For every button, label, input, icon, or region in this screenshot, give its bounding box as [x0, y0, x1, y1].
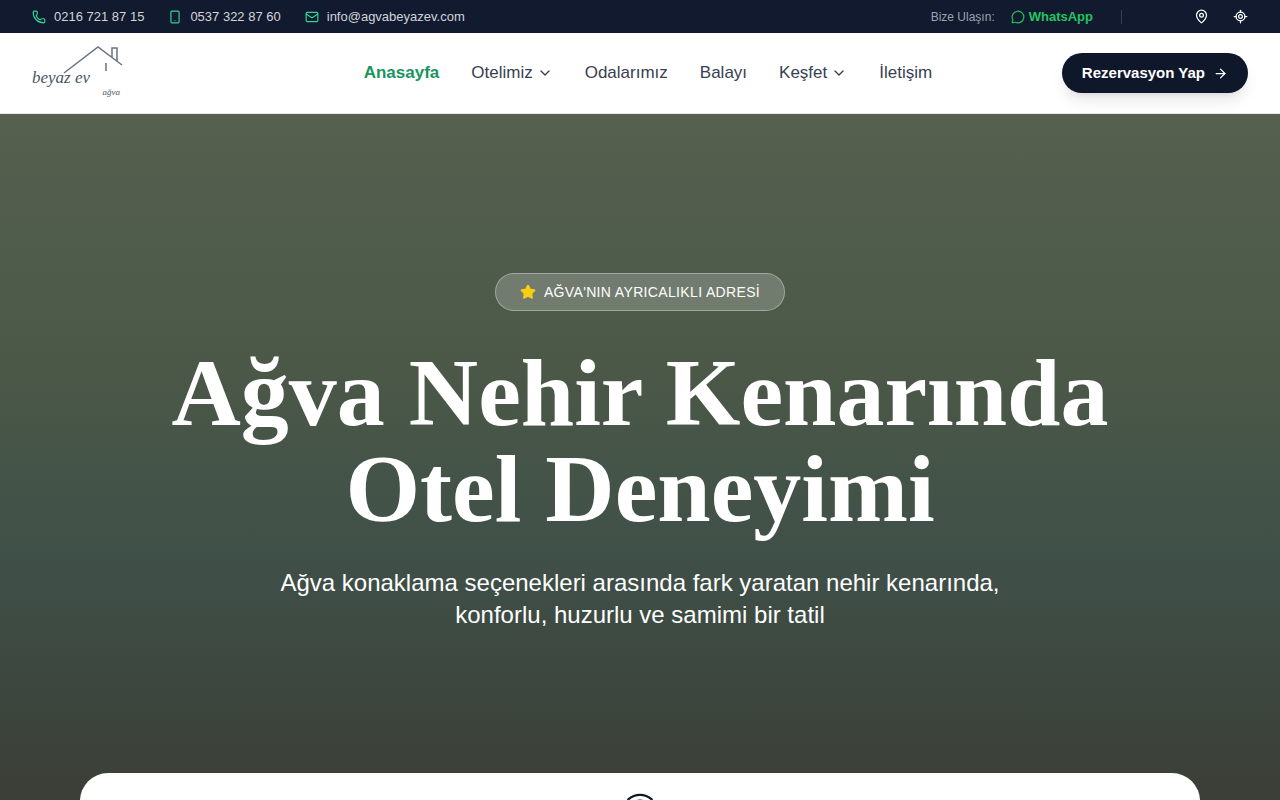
mobile-icon: [168, 10, 182, 24]
email-link[interactable]: info@agvabeyazev.com: [305, 7, 465, 27]
locate-icon[interactable]: [1233, 9, 1248, 24]
phone-link[interactable]: 0216 721 87 15: [32, 7, 144, 27]
mobile-link[interactable]: 0537 322 87 60: [168, 7, 280, 27]
nav-item[interactable]: İletişim: [879, 60, 932, 86]
phone-icon: [32, 10, 46, 24]
nav-item[interactable]: Keşfet: [779, 60, 847, 86]
mail-icon: [305, 10, 319, 24]
hero-badge: AĞVA'NIN AYRICALIKLI ADRESİ: [495, 273, 785, 311]
page: 0216 721 87 15 0537 322 87 60 info@agvabey…: [0, 0, 1280, 800]
star-icon: [520, 284, 536, 300]
chevron-down-icon: [537, 65, 553, 81]
hero: AĞVA'NIN AYRICALIKLI ADRESİ Ağva Nehir Ke…: [0, 114, 1280, 800]
logo[interactable]: beyaz ev ağva: [32, 45, 124, 101]
reservation-button[interactable]: Rezervasyon Yap: [1062, 53, 1248, 93]
chevron-down-icon: [831, 65, 847, 81]
arrow-right-icon: [1213, 66, 1228, 81]
hero-title: Ağva Nehir KenarındaOtel Deneyimi: [172, 345, 1109, 537]
logo-place: ağva: [103, 87, 121, 97]
logo-name: beyaz ev: [32, 69, 90, 87]
house-icon: [62, 45, 124, 75]
contact-label: Bize Ulaşın:: [931, 8, 995, 26]
divider: [1121, 10, 1122, 24]
whatsapp-icon: [1011, 10, 1025, 24]
nav-item[interactable]: Anasayfa: [364, 60, 440, 86]
hero-subtitle: Ağva konaklama seçenekleri arasında fark…: [280, 567, 999, 631]
nav-item[interactable]: Balayı: [700, 60, 747, 86]
top-bar: 0216 721 87 15 0537 322 87 60 info@agvabey…: [0, 0, 1280, 33]
wifi-icon: [626, 789, 654, 800]
nav-item[interactable]: Odalarımız: [585, 60, 668, 86]
features-card: [80, 773, 1200, 800]
nav-bar: beyaz ev ağva Anasayfa Otelimiz Odalarımız Ba…: [0, 33, 1280, 114]
location-icon[interactable]: [1194, 9, 1209, 24]
main-nav: Anasayfa Otelimiz Odalarımız Balayı Keşfet İl…: [364, 60, 933, 86]
whatsapp-link[interactable]: WhatsApp: [1011, 7, 1093, 27]
nav-item[interactable]: Otelimiz: [471, 60, 552, 86]
